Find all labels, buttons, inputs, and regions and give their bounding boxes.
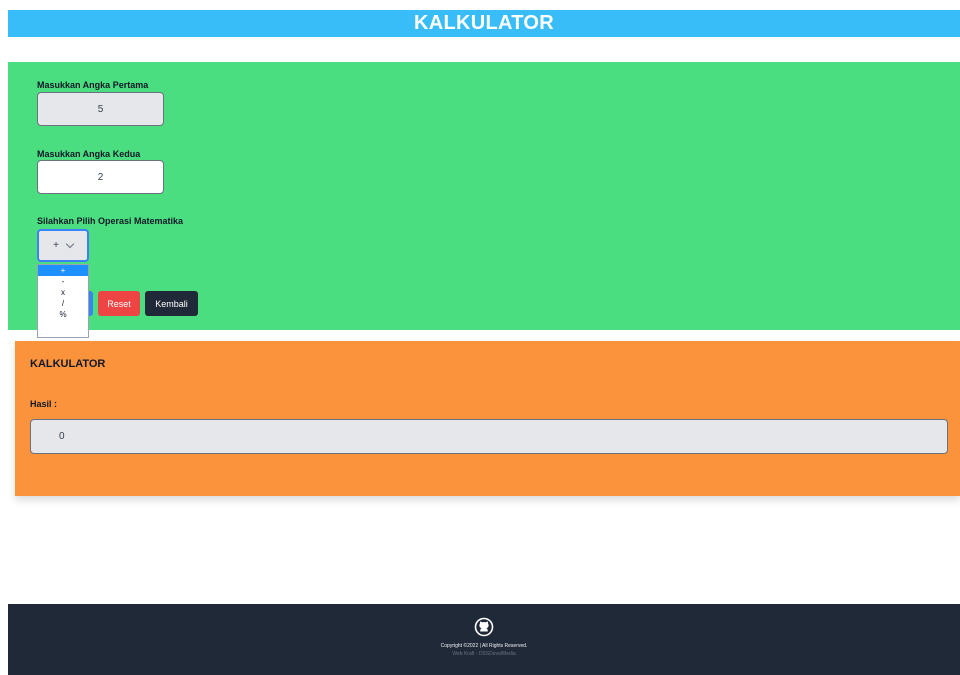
operation-label: Silahkan Pilih Operasi Matematika [37, 216, 184, 226]
operation-option-add[interactable]: + [38, 265, 88, 276]
operation-selected-value: + [53, 240, 59, 251]
credit-text: Web Kraft - DSSDevelMedia [452, 651, 516, 657]
first-number-input[interactable]: 5 [37, 92, 164, 126]
input-form: Masukkan Angka Pertama 5 Masukkan Angka … [8, 62, 960, 330]
operation-select[interactable]: + [37, 229, 89, 262]
page-footer: Copyright ©2022 | All Rights Reserved. W… [8, 604, 960, 675]
result-card-title: KALKULATOR [30, 358, 106, 370]
second-number-label: Masukkan Angka Kedua [37, 149, 141, 159]
result-output: 0 [30, 419, 948, 454]
result-card: KALKULATOR Hasil : 0 [15, 341, 960, 496]
page-title: KALKULATOR [413, 12, 555, 34]
chevron-down-icon [65, 239, 75, 249]
reset-button[interactable]: Reset [98, 291, 140, 316]
copyright-text: Copyright ©2022 | All Rights Reserved. [440, 643, 528, 649]
second-number-input[interactable]: 2 [37, 160, 164, 194]
back-button[interactable]: Kembali [145, 291, 198, 316]
operation-option-modulo[interactable]: % [38, 309, 88, 320]
first-number-label: Masukkan Angka Pertama [37, 80, 149, 90]
result-label: Hasil : [30, 399, 58, 409]
operation-option-divide[interactable]: / [38, 298, 88, 309]
app-header: KALKULATOR [8, 10, 960, 37]
operation-option-subtract[interactable]: - [38, 276, 88, 287]
github-icon[interactable] [474, 617, 494, 637]
operation-dropdown-list: + - x / % [37, 264, 89, 338]
operation-option-multiply[interactable]: x [38, 287, 88, 298]
